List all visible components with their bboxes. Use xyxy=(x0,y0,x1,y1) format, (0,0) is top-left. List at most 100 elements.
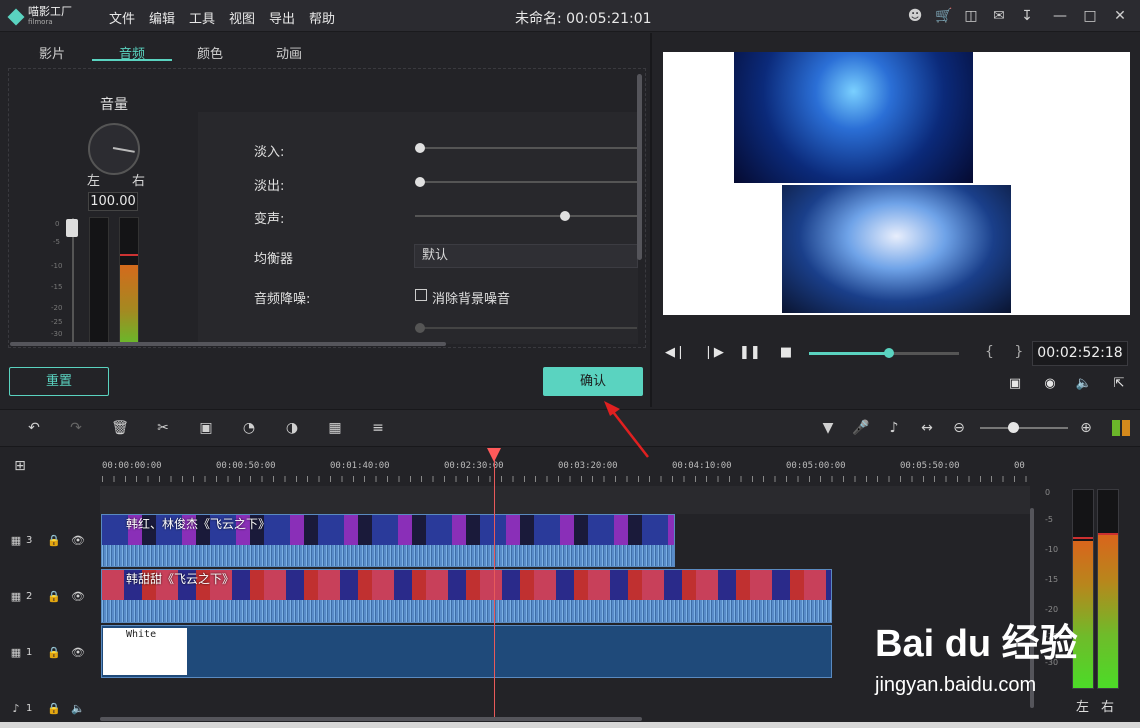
cart-icon[interactable]: 🛒 xyxy=(935,8,952,24)
zoom-in-icon[interactable]: ⊕ xyxy=(1077,419,1095,437)
timeline-horizontal-scrollbar[interactable] xyxy=(100,717,642,721)
eye-icon[interactable]: 👁 xyxy=(71,646,85,660)
marker-icon[interactable]: ▼ xyxy=(819,419,837,437)
track-number: 1 xyxy=(26,703,33,714)
speaker-icon[interactable]: 🔈 xyxy=(71,702,85,716)
display-settings-icon[interactable]: ▣ xyxy=(1006,376,1024,392)
equalizer-select[interactable]: 默认 xyxy=(414,244,638,268)
prev-frame-icon[interactable]: ◀❘ xyxy=(665,344,686,362)
level-meter-right-fill xyxy=(120,265,138,342)
playhead-line[interactable] xyxy=(494,456,495,718)
ruler-time-0: 00:00:00:00 xyxy=(102,461,162,471)
fade-in-thumb[interactable] xyxy=(415,143,425,153)
tab-video[interactable]: 影片 xyxy=(12,43,92,62)
pause-icon[interactable]: ❚❚ xyxy=(739,344,761,362)
tab-color[interactable]: 颜色 xyxy=(170,43,250,62)
audio-mixer-icon[interactable]: ≡ xyxy=(369,419,387,437)
add-track-icon[interactable]: ⊞ xyxy=(13,459,27,473)
empty-track-row xyxy=(100,486,1030,514)
minimize-icon[interactable]: — xyxy=(1052,8,1068,24)
maximize-icon[interactable]: □ xyxy=(1082,8,1098,24)
ok-button[interactable]: 确认 xyxy=(543,367,643,396)
menu-help[interactable]: 帮助 xyxy=(309,8,335,27)
zoom-out-icon[interactable]: ⊖ xyxy=(950,419,968,437)
fade-out-slider[interactable] xyxy=(415,181,637,183)
denoise-option-label: 消除背景噪音 xyxy=(432,292,511,307)
volume-slider-thumb[interactable] xyxy=(66,219,78,237)
denoise-slider[interactable] xyxy=(415,327,637,329)
audio-icon[interactable]: ♪ xyxy=(885,419,903,437)
cut-icon[interactable]: ✂ xyxy=(154,419,172,437)
playback-progress-thumb[interactable] xyxy=(884,348,894,358)
color-icon[interactable]: ◑ xyxy=(283,419,301,437)
pitch-slider[interactable] xyxy=(415,215,637,217)
download-icon[interactable]: ↧ xyxy=(1019,8,1035,24)
master-meter-left-peak xyxy=(1073,537,1093,539)
menu-edit[interactable]: 编辑 xyxy=(149,8,175,27)
green-screen-icon[interactable]: ▦ xyxy=(326,419,344,437)
reset-button[interactable]: 重置 xyxy=(9,367,109,396)
settings-horizontal-scrollbar[interactable] xyxy=(10,342,446,346)
fade-in-label: 淡入: xyxy=(254,145,285,160)
meter-scale-15: -15 xyxy=(1045,575,1059,584)
track-number: 3 xyxy=(26,535,33,546)
close-icon[interactable]: ✕ xyxy=(1112,8,1128,24)
equalizer-label: 均衡器 xyxy=(254,252,294,267)
ruler-time-4: 00:03:20:00 xyxy=(558,461,618,471)
eye-icon[interactable]: 👁 xyxy=(71,534,85,548)
menu-file[interactable]: 文件 xyxy=(109,8,135,27)
fade-in-slider[interactable] xyxy=(415,147,637,149)
fade-out-thumb[interactable] xyxy=(415,177,425,187)
stop-icon[interactable]: ■ xyxy=(776,344,796,362)
denoise-thumb[interactable] xyxy=(415,323,425,333)
clip-track-2[interactable]: 韩甜甜《飞云之下》 xyxy=(101,569,832,623)
eye-icon[interactable]: 👁 xyxy=(71,590,85,604)
tab-animation[interactable]: 动画 xyxy=(249,43,329,62)
clip-title: 韩红、林俊杰《飞云之下》 xyxy=(126,517,271,531)
preview-clip-bottom xyxy=(782,185,1011,313)
video-track-icon: ▦ xyxy=(10,590,22,603)
track-number: 2 xyxy=(26,591,33,602)
logo-icon xyxy=(7,8,25,26)
snapshot-icon[interactable]: ◉ xyxy=(1041,376,1059,392)
clip-track-3[interactable]: 韩红、林俊杰《飞云之下》 xyxy=(101,514,675,567)
volume-value-field[interactable]: 100.00 xyxy=(88,192,138,211)
menu-export[interactable]: 导出 xyxy=(269,8,295,27)
undo-icon[interactable]: ↶ xyxy=(25,419,43,437)
annotation-arrow xyxy=(604,401,649,458)
lock-icon[interactable]: 🔒 xyxy=(47,590,61,604)
settings-vertical-scrollbar[interactable] xyxy=(637,74,642,260)
lock-icon[interactable]: 🔒 xyxy=(47,534,61,548)
volume-slider-track[interactable] xyxy=(72,218,74,346)
menu-view[interactable]: 视图 xyxy=(229,8,255,27)
vol-scale-5: -5 xyxy=(53,238,60,246)
marker-braces[interactable]: { } xyxy=(985,344,1031,360)
volume-icon[interactable]: 🔈 xyxy=(1075,376,1093,392)
redo-icon[interactable]: ↷ xyxy=(67,419,85,437)
zoom-slider-thumb[interactable] xyxy=(1008,422,1019,433)
mail-icon[interactable]: ✉ xyxy=(991,8,1007,24)
speed-icon[interactable]: ◔ xyxy=(240,419,258,437)
denoise-checkbox[interactable] xyxy=(415,289,427,301)
lock-icon[interactable]: 🔒 xyxy=(47,646,61,660)
lock-icon[interactable]: 🔒 xyxy=(47,702,61,716)
delete-icon[interactable]: 🗑 xyxy=(111,419,129,437)
clip-track-1[interactable] xyxy=(101,625,832,678)
track-number: 1 xyxy=(26,647,33,658)
vol-scale-30: -30 xyxy=(51,330,63,338)
user-icon[interactable]: ☻ xyxy=(907,8,923,24)
os-taskbar-strip xyxy=(0,722,1140,728)
crop-icon[interactable]: ▣ xyxy=(197,419,215,437)
balance-right-label: 右 xyxy=(132,174,146,189)
meter-right-label: 右 xyxy=(1101,700,1115,715)
save-icon[interactable]: ◫ xyxy=(963,8,979,24)
playhead-handle[interactable] xyxy=(487,448,501,462)
vol-scale-20: -20 xyxy=(51,304,63,312)
play-icon[interactable]: ❘▶ xyxy=(703,344,724,362)
fullscreen-icon[interactable]: ⇱ xyxy=(1110,376,1128,392)
fit-icon[interactable]: ↔ xyxy=(918,419,936,437)
voiceover-icon[interactable]: 🎤 xyxy=(852,419,870,437)
zoom-slider-track[interactable] xyxy=(980,427,1068,429)
pitch-thumb[interactable] xyxy=(560,211,570,221)
menu-tools[interactable]: 工具 xyxy=(189,8,215,27)
